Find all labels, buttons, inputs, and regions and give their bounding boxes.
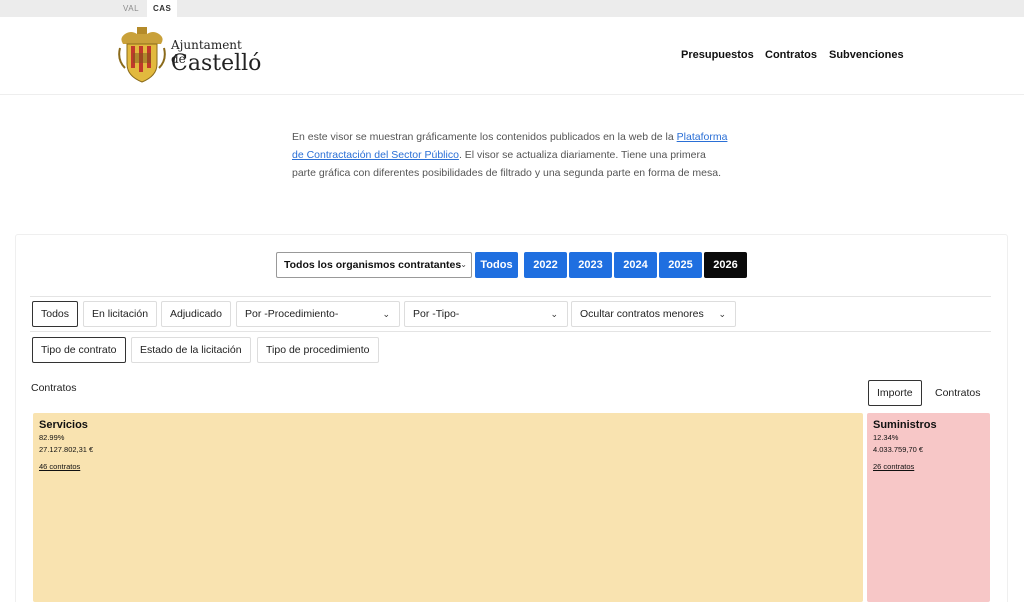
chevron-down-icon: ⌄ <box>382 309 390 319</box>
tile-name: Servicios <box>39 419 88 431</box>
intro-text: En este visor se muestran gráficamente l… <box>292 128 732 182</box>
treemap-tile-servicios[interactable]: Servicios 82.99% 27.127.802,31 € 46 contrat… <box>33 413 863 602</box>
logo[interactable]: Ajuntament de Castelló <box>117 26 261 84</box>
type-dropdown[interactable]: Por -Tipo- ⌄ <box>404 301 568 327</box>
group-estado-licitacion-button[interactable]: Estado de la licitación <box>131 337 251 363</box>
header: Ajuntament de Castelló Presupuestos Cont… <box>0 17 1024 95</box>
procedure-dropdown-value: Por -Procedimiento- <box>245 308 339 320</box>
section-title: Contratos <box>31 382 77 394</box>
treemap-chart: Servicios 82.99% 27.127.802,31 € 46 contrat… <box>33 413 990 602</box>
status-todos-button[interactable]: Todos <box>32 301 79 327</box>
organism-select[interactable]: Todos los organismos contratantes ⌄ <box>276 252 472 278</box>
language-val[interactable]: VAL <box>117 0 145 17</box>
tile-percent: 82.99% <box>39 433 65 442</box>
procedure-dropdown[interactable]: Por -Procedimiento- ⌄ <box>236 301 400 327</box>
toggle-importe-button[interactable]: Importe <box>868 380 922 406</box>
nav-subvenciones[interactable]: Subvenciones <box>829 49 904 61</box>
year-button-todos[interactable]: Todos <box>475 252 518 278</box>
treemap-tile-suministros[interactable]: Suministros 12.34% 4.033.759,70 € 26 contra… <box>867 413 990 602</box>
nav-presupuestos[interactable]: Presupuestos <box>681 49 754 61</box>
intro-text-start: En este visor se muestran gráficamente l… <box>292 131 677 143</box>
year-button-2022[interactable]: 2022 <box>524 252 567 278</box>
chevron-down-icon: ⌄ <box>460 260 467 269</box>
divider <box>30 296 991 297</box>
group-tipo-contrato-button[interactable]: Tipo de contrato <box>32 337 126 363</box>
tile-percent: 12.34% <box>873 433 899 442</box>
minor-contracts-dropdown[interactable]: Ocultar contratos menores ⌄ <box>571 301 736 327</box>
type-dropdown-value: Por -Tipo- <box>413 308 460 320</box>
year-button-2026[interactable]: 2026 <box>704 252 747 278</box>
toggle-contratos-button[interactable]: Contratos <box>926 380 990 406</box>
tile-amount: 4.033.759,70 € <box>873 445 924 454</box>
organism-select-value: Todos los organismos contratantes <box>284 259 462 271</box>
chevron-down-icon: ⌄ <box>550 309 558 319</box>
year-button-2024[interactable]: 2024 <box>614 252 657 278</box>
coat-of-arms-icon <box>118 27 166 83</box>
year-button-2025[interactable]: 2025 <box>659 252 702 278</box>
status-adjudicado-button[interactable]: Adjudicado <box>161 301 231 327</box>
nav-contratos[interactable]: Contratos <box>765 49 817 61</box>
chevron-down-icon: ⌄ <box>718 309 726 319</box>
tile-amount: 27.127.802,31 € <box>39 445 94 454</box>
minor-contracts-dropdown-value: Ocultar contratos menores <box>580 308 704 320</box>
tile-contracts-link[interactable]: 26 contratos <box>873 462 914 472</box>
language-bar: VAL CAS <box>0 0 1024 17</box>
group-tipo-procedimiento-button[interactable]: Tipo de procedimiento <box>257 337 379 363</box>
tile-name: Suministros <box>873 419 937 431</box>
status-en-licitacion-button[interactable]: En licitación <box>83 301 158 327</box>
divider <box>30 331 991 332</box>
tile-contracts-link[interactable]: 46 contratos <box>39 462 80 472</box>
language-cas[interactable]: CAS <box>147 0 178 17</box>
logo-line2: Castelló <box>171 51 262 76</box>
year-button-2023[interactable]: 2023 <box>569 252 612 278</box>
